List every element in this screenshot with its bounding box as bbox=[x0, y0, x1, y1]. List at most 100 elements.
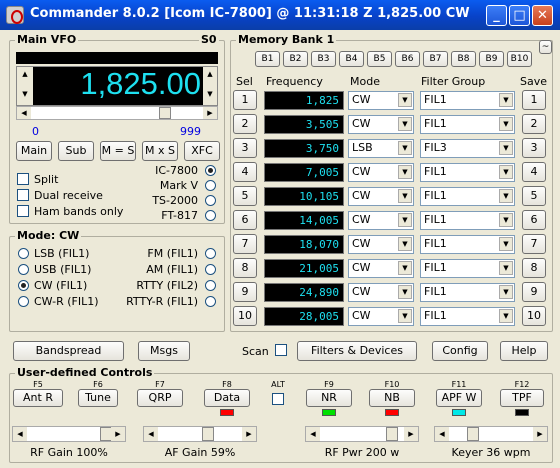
bank-button-4[interactable]: B4 bbox=[339, 51, 364, 67]
memory-select-button[interactable]: 8 bbox=[233, 258, 257, 278]
radio-markv[interactable] bbox=[205, 180, 216, 191]
udc-slider-2[interactable]: ◀ ▶ bbox=[143, 426, 257, 442]
dropdown-arrow-icon[interactable]: ▼ bbox=[398, 285, 412, 299]
slider-left-arrow[interactable]: ◀ bbox=[435, 427, 449, 441]
config-button[interactable]: Config bbox=[432, 341, 488, 361]
udc-button-ant-r[interactable]: Ant R bbox=[13, 389, 63, 407]
dropdown-arrow-icon[interactable]: ▼ bbox=[499, 93, 513, 107]
m-equals-s-button[interactable]: M = S bbox=[100, 141, 136, 161]
mode-usb-radio[interactable] bbox=[18, 264, 29, 275]
vfo-slider[interactable]: ◀ ▶ bbox=[16, 106, 218, 120]
mode-fm-radio[interactable] bbox=[205, 248, 216, 259]
memory-filter-select[interactable]: FIL1 ▼ bbox=[420, 211, 515, 230]
memory-save-button[interactable]: 5 bbox=[522, 186, 546, 206]
minimize-button[interactable]: _ bbox=[486, 5, 507, 26]
udc-slider-4[interactable]: ◀ ▶ bbox=[434, 426, 548, 442]
m-x-s-button[interactable]: M x S bbox=[142, 141, 178, 161]
bank-button-3[interactable]: B3 bbox=[311, 51, 336, 67]
bandspread-button[interactable]: Bandspread bbox=[13, 341, 124, 361]
slider-right-arrow[interactable]: ▶ bbox=[203, 107, 217, 119]
mode-cw-radio[interactable] bbox=[18, 280, 29, 291]
dropdown-arrow-icon[interactable]: ▼ bbox=[398, 261, 412, 275]
dropdown-arrow-icon[interactable]: ▼ bbox=[398, 141, 412, 155]
udc-button-tune[interactable]: Tune bbox=[78, 389, 118, 407]
udc-button-apf-w[interactable]: APF W bbox=[436, 389, 482, 407]
frequency-display[interactable]: ▲ ▼ ▲ ▼ 1,825.00 bbox=[16, 66, 218, 106]
udc-button-nb[interactable]: NB bbox=[369, 389, 415, 407]
udc-button-nr[interactable]: NR bbox=[306, 389, 352, 407]
memory-mode-select[interactable]: CW ▼ bbox=[348, 91, 414, 110]
dropdown-arrow-icon[interactable]: ▼ bbox=[398, 93, 412, 107]
udc-button-data[interactable]: Data bbox=[204, 389, 250, 407]
bank-button-8[interactable]: B8 bbox=[451, 51, 476, 67]
memory-save-button[interactable]: 10 bbox=[522, 306, 546, 326]
memory-select-button[interactable]: 2 bbox=[233, 114, 257, 134]
memory-select-button[interactable]: 10 bbox=[233, 306, 257, 326]
radio-ic7800[interactable] bbox=[205, 165, 216, 176]
memory-frequency[interactable]: 1,825 bbox=[264, 91, 344, 110]
slider-right-arrow[interactable]: ▶ bbox=[404, 427, 418, 441]
dropdown-arrow-icon[interactable]: ▼ bbox=[499, 213, 513, 227]
dropdown-arrow-icon[interactable]: ▼ bbox=[499, 117, 513, 131]
bank-button-5[interactable]: B5 bbox=[367, 51, 392, 67]
mode-rttyr-radio[interactable] bbox=[205, 296, 216, 307]
memory-mode-select[interactable]: CW ▼ bbox=[348, 307, 414, 326]
memory-frequency[interactable]: 28,005 bbox=[264, 307, 344, 326]
memory-mode-select[interactable]: CW ▼ bbox=[348, 211, 414, 230]
slider-thumb[interactable] bbox=[159, 107, 171, 119]
close-button[interactable]: ✕ bbox=[532, 5, 553, 26]
help-button[interactable]: Help bbox=[500, 341, 548, 361]
memory-frequency[interactable]: 3,750 bbox=[264, 139, 344, 158]
radio-ft817[interactable] bbox=[205, 210, 216, 221]
dropdown-arrow-icon[interactable]: ▼ bbox=[499, 165, 513, 179]
memory-collapse-button[interactable]: ~ bbox=[539, 40, 552, 54]
memory-select-button[interactable]: 5 bbox=[233, 186, 257, 206]
memory-save-button[interactable]: 3 bbox=[522, 138, 546, 158]
radio-ts2000[interactable] bbox=[205, 195, 216, 206]
mode-rtty-radio[interactable] bbox=[205, 280, 216, 291]
bank-button-6[interactable]: B6 bbox=[395, 51, 420, 67]
slider-left-arrow[interactable]: ◀ bbox=[306, 427, 320, 441]
memory-select-button[interactable]: 3 bbox=[233, 138, 257, 158]
memory-frequency[interactable]: 3,505 bbox=[264, 115, 344, 134]
slider-right-arrow[interactable]: ▶ bbox=[111, 427, 125, 441]
xfc-button[interactable]: XFC bbox=[184, 141, 220, 161]
memory-filter-select[interactable]: FIL1 ▼ bbox=[420, 259, 515, 278]
dropdown-arrow-icon[interactable]: ▼ bbox=[499, 141, 513, 155]
dropdown-arrow-icon[interactable]: ▼ bbox=[499, 309, 513, 323]
slider-thumb[interactable] bbox=[202, 427, 214, 441]
bank-button-7[interactable]: B7 bbox=[423, 51, 448, 67]
memory-mode-select[interactable]: CW ▼ bbox=[348, 115, 414, 134]
dropdown-arrow-icon[interactable]: ▼ bbox=[499, 237, 513, 251]
slider-left-arrow[interactable]: ◀ bbox=[144, 427, 158, 441]
memory-filter-select[interactable]: FIL1 ▼ bbox=[420, 163, 515, 182]
udc-slider-1[interactable]: ◀ ▶ bbox=[12, 426, 126, 442]
slider-thumb[interactable] bbox=[467, 427, 479, 441]
slider-right-arrow[interactable]: ▶ bbox=[242, 427, 256, 441]
memory-frequency[interactable]: 10,105 bbox=[264, 187, 344, 206]
memory-select-button[interactable]: 7 bbox=[233, 234, 257, 254]
memory-mode-select[interactable]: LSB ▼ bbox=[348, 139, 414, 158]
udc-button-tpf[interactable]: TPF bbox=[500, 389, 544, 407]
memory-filter-select[interactable]: FIL1 ▼ bbox=[420, 307, 515, 326]
bank-button-1[interactable]: B1 bbox=[255, 51, 280, 67]
memory-mode-select[interactable]: CW ▼ bbox=[348, 163, 414, 182]
memory-filter-select[interactable]: FIL1 ▼ bbox=[420, 187, 515, 206]
dropdown-arrow-icon[interactable]: ▼ bbox=[499, 285, 513, 299]
slider-left-arrow[interactable]: ◀ bbox=[17, 107, 31, 119]
memory-frequency[interactable]: 7,005 bbox=[264, 163, 344, 182]
split-checkbox[interactable] bbox=[17, 173, 29, 185]
slider-right-arrow[interactable]: ▶ bbox=[533, 427, 547, 441]
mode-am-radio[interactable] bbox=[205, 264, 216, 275]
memory-frequency[interactable]: 21,005 bbox=[264, 259, 344, 278]
memory-mode-select[interactable]: CW ▼ bbox=[348, 187, 414, 206]
dropdown-arrow-icon[interactable]: ▼ bbox=[398, 309, 412, 323]
udc-slider-3[interactable]: ◀ ▶ bbox=[305, 426, 419, 442]
dropdown-arrow-icon[interactable]: ▼ bbox=[398, 189, 412, 203]
memory-frequency[interactable]: 24,890 bbox=[264, 283, 344, 302]
dual-receive-checkbox[interactable] bbox=[17, 189, 29, 201]
memory-filter-select[interactable]: FIL3 ▼ bbox=[420, 139, 515, 158]
dropdown-arrow-icon[interactable]: ▼ bbox=[499, 189, 513, 203]
memory-frequency[interactable]: 14,005 bbox=[264, 211, 344, 230]
mode-cwr-radio[interactable] bbox=[18, 296, 29, 307]
